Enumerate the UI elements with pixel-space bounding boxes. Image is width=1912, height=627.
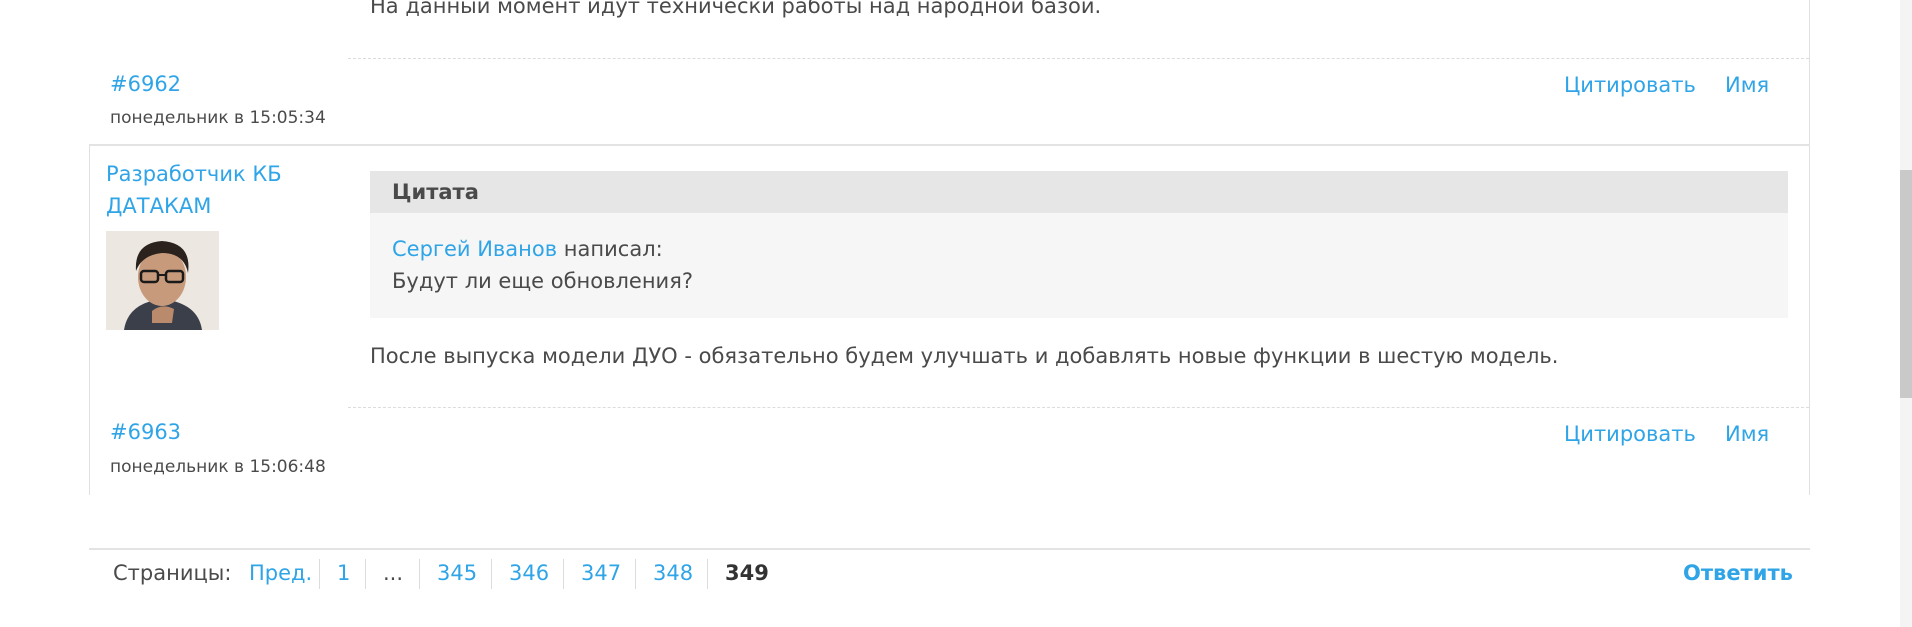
pagination-current-page: 349 [725, 561, 769, 585]
prev-post-date: понедельник в 15:05:34 [110, 108, 326, 128]
quote-text: Будут ли еще обновления? [392, 269, 693, 293]
pagination-label: Страницы: [113, 561, 232, 585]
pagination-ellipsis: ... [383, 561, 404, 585]
page-scrollbar-thumb[interactable] [1900, 170, 1912, 398]
quote-block: Цитата Сергей Иванов написал: Будут ли е… [370, 171, 1788, 318]
avatar-portrait-icon [106, 231, 219, 330]
author-avatar[interactable] [106, 231, 219, 330]
quote-author-link[interactable]: Сергей Иванов [392, 237, 557, 261]
pagination-divider [365, 559, 366, 589]
post-name-button[interactable]: Имя [1725, 422, 1769, 446]
post-date: понедельник в 15:06:48 [110, 457, 326, 477]
pagination-divider [707, 559, 708, 589]
prev-post-divider [348, 58, 1809, 59]
post-left-border [89, 144, 90, 495]
pagination-page-link[interactable]: 348 [653, 561, 693, 585]
quote-attribution: Сергей Иванов написал: [392, 237, 663, 261]
post-divider [348, 407, 1809, 408]
reply-button[interactable]: Ответить [1683, 561, 1793, 585]
pagination-divider [491, 559, 492, 589]
pagination-divider [319, 559, 320, 589]
prev-post-name-button[interactable]: Имя [1725, 73, 1769, 97]
post-separator [89, 144, 1810, 146]
post-body: После выпуска модели ДУО - обязательно б… [370, 344, 1559, 368]
post-author-link[interactable]: Разработчик КБ ДАТАКАМ [106, 158, 306, 222]
pagination-divider [635, 559, 636, 589]
pagination-prev-link[interactable]: Пред. [249, 561, 312, 585]
pagination-divider [419, 559, 420, 589]
prev-post-number-link[interactable]: #6962 [110, 72, 181, 96]
pagination-page-link[interactable]: 347 [581, 561, 621, 585]
post-number-link[interactable]: #6963 [110, 420, 181, 444]
quote-wrote-label: написал: [563, 237, 663, 261]
post-quote-button[interactable]: Цитировать [1564, 422, 1696, 446]
pagination-divider [563, 559, 564, 589]
pagination-separator [89, 548, 1810, 550]
pagination-page-link[interactable]: 346 [509, 561, 549, 585]
pagination-page-link[interactable]: 345 [437, 561, 477, 585]
prev-post-body: На данный момент идут технически работы … [370, 0, 1102, 18]
prev-post-quote-button[interactable]: Цитировать [1564, 73, 1696, 97]
quote-title: Цитата [370, 171, 1788, 213]
pagination-page-link[interactable]: 1 [337, 561, 350, 585]
post-right-border [1809, 0, 1810, 495]
